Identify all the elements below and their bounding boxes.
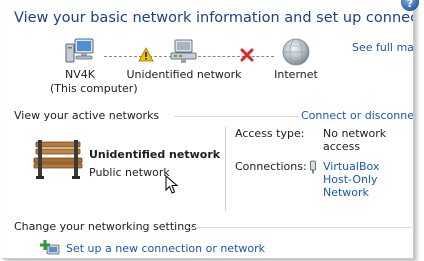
- map-node-internet[interactable]: Internet: [268, 36, 324, 82]
- setup-new-connection-link[interactable]: Set up a new connection or network: [66, 242, 265, 255]
- section-rule: [188, 227, 413, 228]
- node-label: NV4K: [65, 68, 95, 81]
- mouse-cursor-icon: [165, 174, 179, 199]
- network-sharing-center-window: View your basic network information and …: [2, 0, 414, 259]
- access-type-label: Access type:: [235, 127, 305, 140]
- globe-icon: [268, 36, 324, 68]
- network-type-link[interactable]: Public network: [89, 166, 170, 179]
- node-sublabel: (This computer): [50, 82, 138, 95]
- computer-icon: [50, 36, 110, 68]
- section-rule: [174, 116, 300, 117]
- connection-link-virtualbox[interactable]: VirtualBox Host-Only Network: [323, 160, 405, 199]
- add-connection-icon: [40, 239, 60, 258]
- node-label: Internet: [274, 68, 318, 81]
- vertical-divider: [225, 127, 226, 211]
- map-node-this-computer[interactable]: NV4K (This computer): [50, 36, 138, 96]
- access-type-value: No network access: [323, 127, 387, 153]
- park-bench-icon: [32, 136, 84, 188]
- connection-line-2: [198, 56, 274, 57]
- connect-or-disconnect-link[interactable]: Connect or disconnect: [301, 109, 413, 122]
- networking-settings-heading: Change your networking settings: [14, 220, 197, 233]
- network-adapter-icon: [309, 159, 317, 178]
- connections-label: Connections:: [235, 160, 307, 173]
- network-icon: [126, 36, 242, 68]
- map-node-unidentified-network[interactable]: Unidentified network: [126, 36, 242, 82]
- active-networks-heading: View your active networks: [14, 109, 160, 122]
- page-title: View your basic network information and …: [14, 10, 414, 26]
- node-label: Unidentified network: [126, 68, 242, 81]
- see-full-map-link[interactable]: See full map: [352, 41, 413, 54]
- red-x-icon[interactable]: [240, 47, 254, 66]
- network-name: Unidentified network: [89, 148, 221, 161]
